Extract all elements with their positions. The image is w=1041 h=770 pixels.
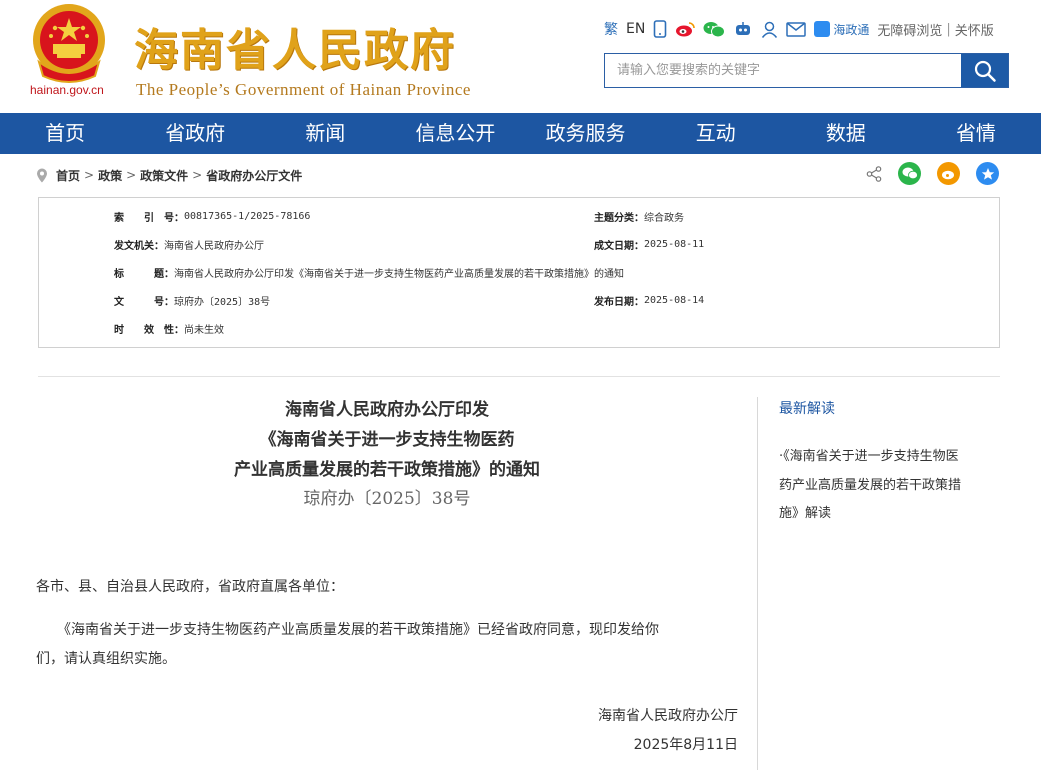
info-row-published: 发布日期： 2025-08-14 [594, 293, 705, 308]
search-icon [974, 60, 996, 82]
info-label: 时 效 性： [114, 324, 184, 336]
search-input[interactable] [605, 54, 961, 87]
info-row-title: 标 题： 海南省人民政府办公厅印发《海南省关于进一步支持生物医药产业高质量发展的… [114, 265, 624, 280]
user-icon[interactable] [761, 21, 778, 38]
article-salutation: 各市、县、自治县人民政府，省政府直属各单位： [36, 579, 344, 595]
breadcrumb-policy-docs[interactable]: 政策文件 [140, 167, 188, 184]
share-wechat-icon[interactable] [898, 162, 921, 185]
info-row-docno: 文 号： 琼府办〔2025〕38号 [114, 293, 271, 308]
site-header: hainan.gov.cn 海南省人民政府 The People’s Gover… [0, 0, 1041, 113]
english-link[interactable]: EN [626, 21, 645, 37]
sidebar-item-interpretation[interactable]: ·《海南省关于进一步支持生物医 药产业高质量发展的若干政策措 施》解读 [779, 443, 1004, 529]
robot-icon[interactable] [733, 21, 753, 37]
breadcrumb: 首页 > 政策 > 政策文件 > 省政府办公厅文件 [36, 165, 302, 185]
info-value: 尚未生效 [184, 324, 224, 336]
info-value: 综合政务 [644, 212, 684, 224]
sidebar-item-line: ·《海南省关于进一步支持生物医 [779, 449, 959, 464]
info-label: 标 题： [114, 268, 174, 280]
site-title[interactable]: 海南省人民政府 [134, 14, 456, 78]
share-favorite-icon[interactable] [976, 162, 999, 185]
nav-item-home[interactable]: 首页 [0, 113, 130, 154]
breadcrumb-separator: > [126, 168, 137, 182]
article: 海南省人民政府办公厅印发 《海南省关于进一步支持生物医药 产业高质量发展的若干政… [36, 395, 738, 760]
mail-icon[interactable] [786, 21, 807, 37]
accessible-browse-link[interactable]: 无障碍浏览 [877, 20, 942, 39]
breadcrumb-separator: > [192, 168, 203, 182]
wechat-icon[interactable] [703, 21, 726, 38]
nav-item-interaction[interactable]: 互动 [651, 113, 781, 154]
info-row-index: 索 引 号： 00817365-1/2025-78166 [114, 209, 311, 224]
sidebar-item-line: 施》解读 [779, 506, 832, 521]
info-value: 2025-08-11 [644, 238, 705, 250]
sidebar-item-line: 药产业高质量发展的若干政策措 [779, 477, 962, 493]
info-value: 琼府办〔2025〕38号 [174, 296, 271, 308]
info-label: 主题分类： [594, 212, 644, 224]
sidebar-title: 最新解读 [779, 401, 835, 417]
nav-item-gov-services[interactable]: 政务服务 [521, 113, 651, 154]
article-paragraph: 《海南省关于进一步支持生物医药产业高质量发展的若干政策措施》已经省政府同意，现印… [36, 622, 659, 638]
search-box [604, 53, 1009, 88]
breadcrumb-policy[interactable]: 政策 [98, 167, 122, 184]
share-icon[interactable] [866, 165, 882, 182]
hainan-tong-label: 海政通 [833, 22, 870, 37]
info-label: 发文机关： [114, 240, 164, 252]
document-info-table: 索 引 号： 00817365-1/2025-78166 主题分类： 综合政务 … [38, 197, 1000, 348]
info-label: 发布日期： [594, 296, 644, 308]
mobile-icon[interactable] [653, 20, 667, 38]
article-paragraph: 们，请认真组织实施。 [36, 651, 176, 667]
article-signature: 海南省人民政府办公厅 [598, 708, 738, 724]
article-title-line: 产业高质量发展的若干政策措施》的通知 [234, 460, 540, 480]
breadcrumb-office-docs[interactable]: 省政府办公厅文件 [206, 167, 302, 184]
nav-item-info-disclosure[interactable]: 信息公开 [390, 113, 520, 154]
article-title-line: 海南省人民政府办公厅印发 [285, 400, 489, 420]
article-doc-number: 琼府办〔2025〕38号 [303, 489, 471, 509]
hainan-tong-link[interactable]: 海政通 [814, 21, 869, 38]
info-value: 2025-08-14 [644, 294, 705, 306]
article-title-line: 《海南省关于进一步支持生物医药 [259, 430, 515, 450]
info-row-category: 主题分类： 综合政务 [594, 209, 684, 224]
main-nav: 首页 省政府 新闻 信息公开 政务服务 互动 数据 省情 [0, 113, 1041, 154]
national-emblem-icon[interactable] [29, 2, 109, 84]
traditional-chinese-link[interactable]: 繁 [604, 19, 618, 39]
domain-label: hainan.gov.cn [30, 83, 104, 97]
info-row-issuer: 发文机关： 海南省人民政府办公厅 [114, 237, 264, 252]
info-value: 海南省人民政府办公厅印发《海南省关于进一步支持生物医药产业高质量发展的若干政策措… [174, 268, 624, 280]
tools-separator: | [946, 21, 951, 37]
hainan-tong-icon [814, 21, 831, 37]
nav-item-province-info[interactable]: 省情 [911, 113, 1041, 154]
share-bar [866, 162, 999, 185]
location-pin-icon [37, 168, 47, 182]
nav-item-data[interactable]: 数据 [781, 113, 911, 154]
weibo-icon[interactable] [675, 21, 696, 38]
info-row-created: 成文日期： 2025-08-11 [594, 237, 705, 252]
sidebar-divider [757, 397, 758, 770]
elder-version-link[interactable]: 关怀版 [955, 20, 994, 39]
info-label: 索 引 号： [114, 212, 184, 224]
info-row-validity: 时 效 性： 尚未生效 [114, 321, 224, 336]
breadcrumb-separator: > [84, 168, 95, 182]
site-subtitle: The People’s Government of Hainan Provin… [136, 80, 471, 99]
content-divider [38, 376, 1000, 377]
info-label: 成文日期： [594, 240, 644, 252]
search-button[interactable] [961, 54, 1008, 87]
info-value: 海南省人民政府办公厅 [164, 240, 264, 252]
breadcrumb-home[interactable]: 首页 [56, 167, 80, 184]
info-value: 00817365-1/2025-78166 [184, 210, 311, 222]
share-weibo-icon[interactable] [937, 162, 960, 185]
nav-item-news[interactable]: 新闻 [260, 113, 390, 154]
info-label: 文 号： [114, 296, 174, 308]
article-date: 2025年8月11日 [633, 737, 738, 753]
nav-item-provincial-gov[interactable]: 省政府 [130, 113, 260, 154]
sidebar: 最新解读 ·《海南省关于进一步支持生物医 药产业高质量发展的若干政策措 施》解读 [779, 398, 1004, 529]
header-tools: 繁 EN 海政通 无障碍浏览 | 关怀版 [604, 18, 994, 40]
